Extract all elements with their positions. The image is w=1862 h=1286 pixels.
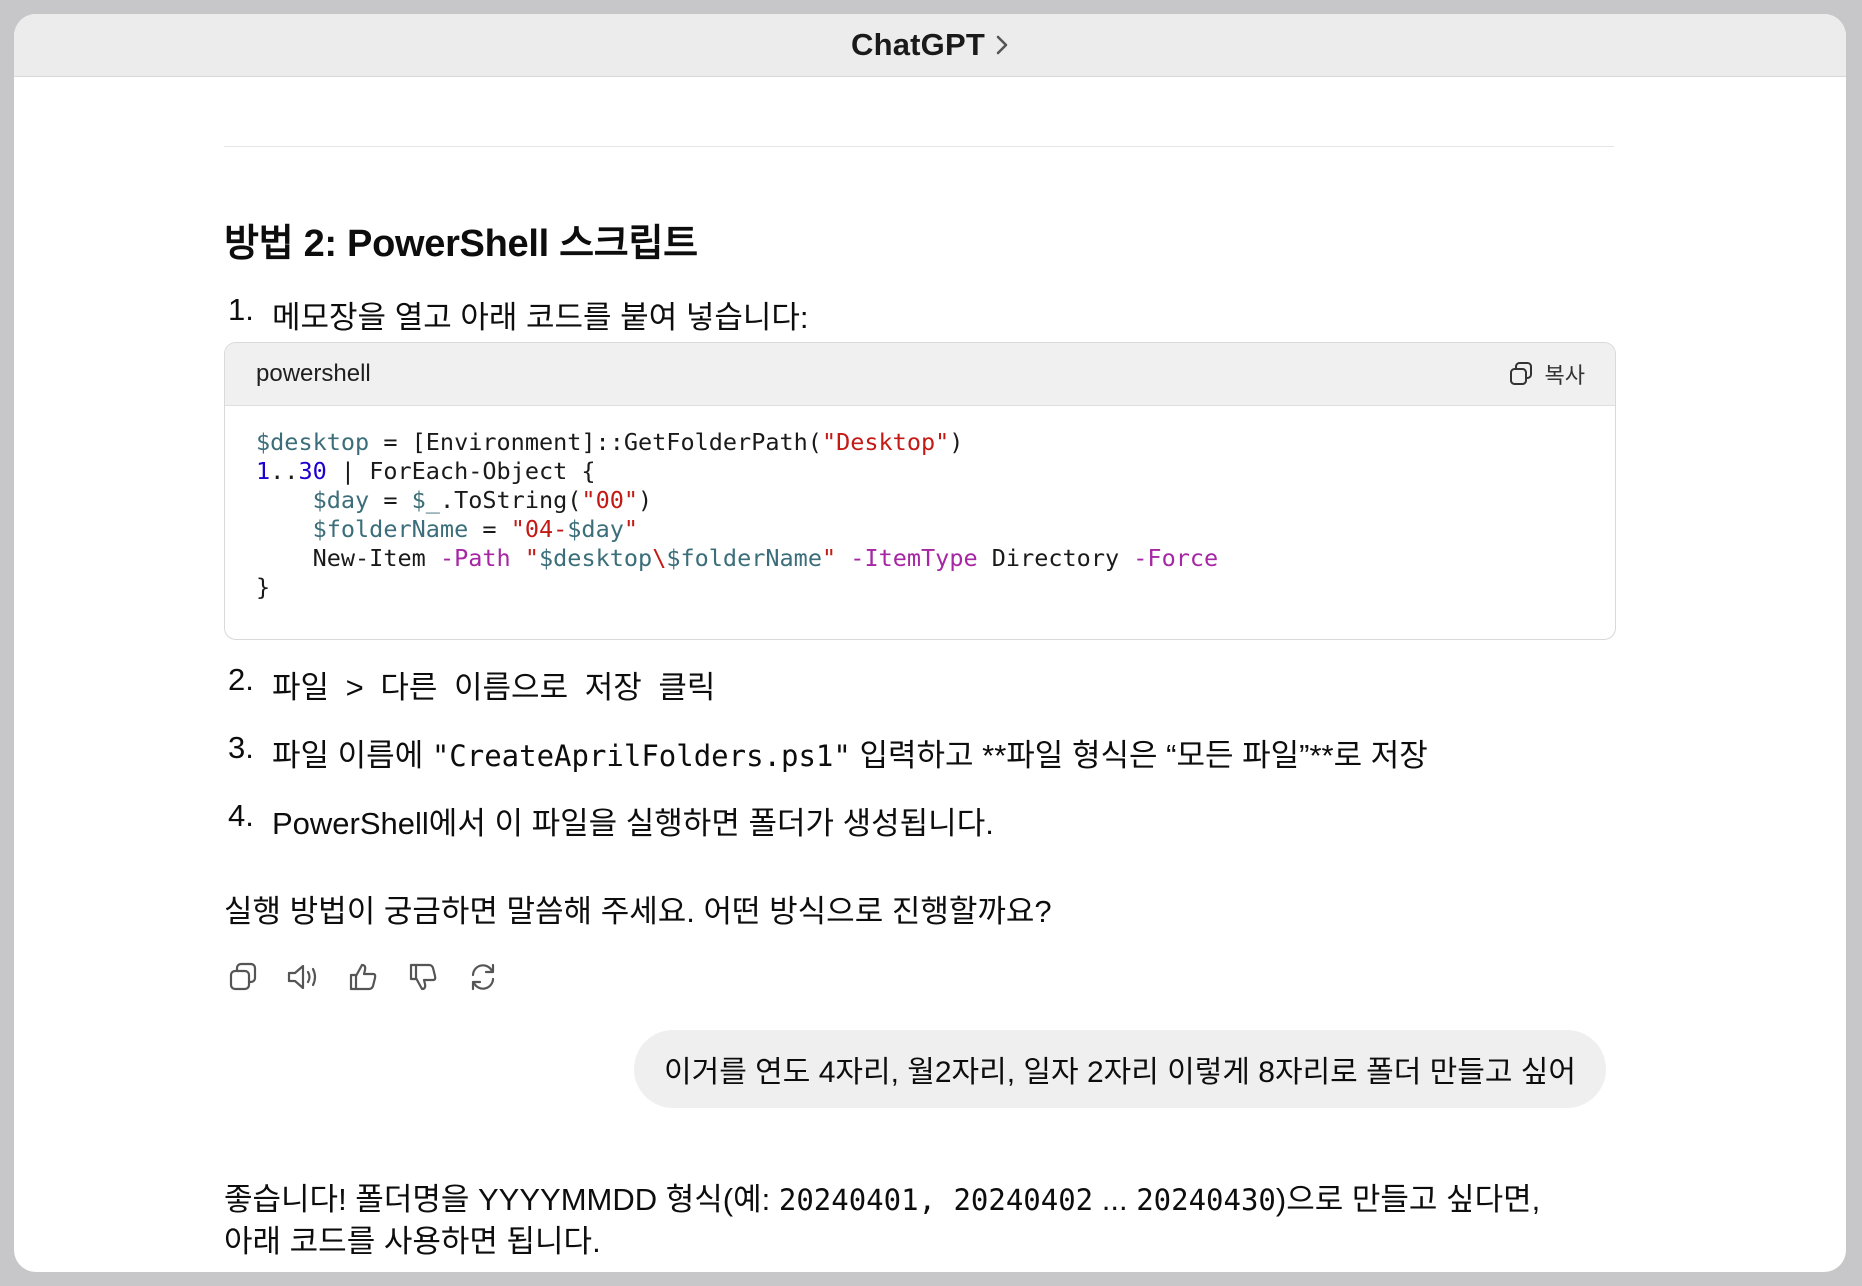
chevron-right-icon xyxy=(996,35,1008,55)
conversation: 방법 2: PowerShell 스크립트 1. 메모장을 열고 아래 코드를 … xyxy=(14,14,1846,1272)
list-number: 1. xyxy=(228,292,254,327)
code-language: powershell xyxy=(256,360,371,387)
good-response-button[interactable] xyxy=(344,958,382,996)
section-heading: 방법 2: PowerShell 스크립트 xyxy=(224,223,698,265)
text-segment: ... xyxy=(1093,1182,1137,1217)
read-aloud-button[interactable] xyxy=(284,958,322,996)
list-item: 2. 파일 > 다른 이름으로 저장 클릭 xyxy=(228,662,715,707)
regenerate-button[interactable] xyxy=(464,958,502,996)
list-item: 1. 메모장을 열고 아래 코드를 붙여 넣습니다: xyxy=(228,292,809,337)
list-text: 파일 > 다른 이름으로 저장 클릭 xyxy=(272,670,716,705)
list-text: PowerShell에서 이 파일을 실행하면 폴더가 생성됩니다. xyxy=(272,806,994,841)
inline-code: 20240430 xyxy=(1136,1183,1276,1217)
user-message-text: 이거를 연도 4자리, 월2자리, 일자 2자리 이렇게 8자리로 폴더 만들고… xyxy=(664,1056,1576,1089)
list-item: 4. PowerShell에서 이 파일을 실행하면 폴더가 생성됩니다. xyxy=(228,798,994,843)
code-content: $desktop = [Environment]::GetFolderPath(… xyxy=(225,406,1615,624)
list-number: 2. xyxy=(228,662,254,697)
code-line: } xyxy=(256,573,271,601)
copy-icon xyxy=(1509,362,1532,385)
followup-text: 실행 방법이 궁금하면 말씀해 주세요. 어떤 방식으로 진행할까요? xyxy=(224,894,1052,929)
text-segment: )으로 만들고 싶다면, xyxy=(1275,1182,1541,1217)
list-text: 파일 이름에 "CreateAprilFolders.ps1" 입력하고 **파… xyxy=(272,730,1428,775)
speaker-icon xyxy=(287,964,317,990)
code-header: powershell 복사 xyxy=(225,343,1615,406)
regenerate-icon xyxy=(471,963,495,991)
list-item: 3. 파일 이름에 "CreateAprilFolders.ps1" 입력하고 … xyxy=(228,730,1428,775)
bad-response-button[interactable] xyxy=(404,958,442,996)
inline-code: "CreateAprilFolders.ps1" xyxy=(431,739,851,773)
code-block: powershell 복사 $desktop = [Environment]::… xyxy=(224,342,1616,640)
reply-line-2: 아래 코드를 사용하면 됩니다. xyxy=(224,1224,601,1259)
code-line: $day = $_.ToString("00") xyxy=(312,486,653,514)
code-line: 1..30 | ForEach-Object { xyxy=(256,457,596,485)
user-message-bubble: 이거를 연도 4자리, 월2자리, 일자 2자리 이렇게 8자리로 폴더 만들고… xyxy=(634,1030,1606,1108)
copy-icon xyxy=(229,962,257,991)
app-window: ChatGPT 방법 2: PowerShell 스크립트 1. 메모장을 열고… xyxy=(14,14,1846,1272)
code-line: New-Item -Path "$desktop\$folderName" -I… xyxy=(256,544,1219,572)
list-number: 4. xyxy=(228,798,254,833)
list-text: 메모장을 열고 아래 코드를 붙여 넣습니다: xyxy=(272,300,809,335)
model-selector[interactable]: ChatGPT xyxy=(851,27,1009,63)
message-actions xyxy=(224,958,502,996)
thumbs-up-icon xyxy=(349,963,377,991)
copy-label: 복사 xyxy=(1544,363,1585,388)
code-line: $folderName = "04-$day" xyxy=(312,515,639,543)
text-segment: 파일 이름에 xyxy=(272,738,432,773)
text-segment: 좋습니다! 폴더명을 YYYYMMDD 형식(예: xyxy=(224,1182,779,1217)
scrolled-text-fragment xyxy=(14,76,1846,96)
thumbs-down-icon xyxy=(409,963,437,991)
title-bar: ChatGPT xyxy=(14,14,1846,77)
code-line: $desktop = [Environment]::GetFolderPath(… xyxy=(256,428,964,456)
reply-line-1: 좋습니다! 폴더명을 YYYYMMDD 형식(예: 20240401, 2024… xyxy=(224,1174,1540,1219)
copy-button[interactable] xyxy=(224,958,262,996)
text-segment: 입력하고 **파일 형식은 “모든 파일”**로 저장 xyxy=(850,738,1428,773)
inline-code: 20240401, 20240402 xyxy=(778,1183,1094,1217)
copy-code-button[interactable]: 복사 xyxy=(1507,358,1585,390)
divider xyxy=(224,146,1614,147)
app-title: ChatGPT xyxy=(850,27,985,62)
list-number: 3. xyxy=(228,730,254,765)
